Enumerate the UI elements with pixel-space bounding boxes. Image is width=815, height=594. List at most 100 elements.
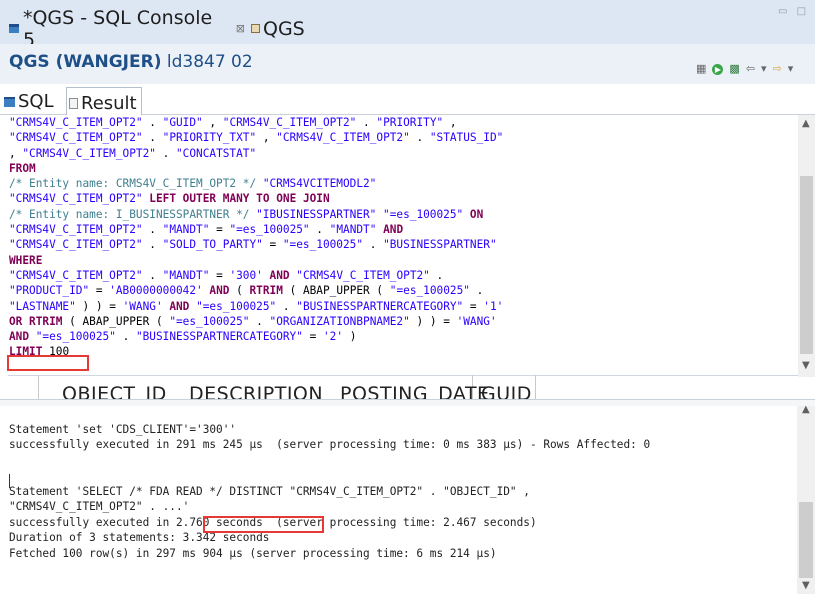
sql-token: "CRMS4V_C_ITEM_OPT2"	[296, 268, 430, 282]
sql-token: =	[463, 299, 484, 313]
sql-token: .	[249, 314, 270, 328]
sql-token: "CRMS4V_C_ITEM_OPT2"	[276, 131, 410, 145]
sql-token: =	[302, 330, 323, 344]
sql-line: WHERE	[0, 253, 798, 268]
sql-token: .	[363, 238, 384, 252]
tab-sql[interactable]: SQL	[4, 91, 54, 112]
sql-token: 'WANG'	[456, 314, 497, 328]
sql-token: =	[89, 284, 110, 298]
sql-line: "CRMS4V_C_ITEM_OPT2" . "GUID" , "CRMS4V_…	[0, 115, 798, 130]
sql-token: "GUID"	[162, 116, 203, 129]
sql-token: "BUSINESSPARTNER"	[383, 238, 497, 252]
sql-token: .	[142, 268, 163, 282]
sql-line: "CRMS4V_C_ITEM_OPT2" . "MANDT" = '300' A…	[0, 268, 798, 283]
sql-token: .	[115, 330, 136, 344]
sql-token: "=es_100025"	[35, 330, 116, 344]
sql-token: "MANDT"	[329, 223, 377, 237]
sql-token: "CONCATSTAT"	[176, 146, 257, 160]
sql-token: ,	[443, 116, 457, 129]
sql-token: "PRIORITY"	[376, 116, 444, 129]
sql-token: .	[429, 268, 444, 282]
console-scroll-thumb[interactable]	[799, 502, 813, 578]
sql-token: "CRMS4VCITEMODL2"	[262, 177, 377, 191]
sql-token: .	[469, 284, 484, 298]
scroll-down-icon[interactable]: ▼	[802, 360, 810, 371]
sql-token: .	[142, 131, 163, 145]
layout-icon[interactable]: ▦	[696, 63, 706, 75]
sql-token: RTRIM	[29, 314, 63, 328]
sql-line: , "CRMS4V_C_ITEM_OPT2" . "CONCATSTAT"	[0, 146, 798, 161]
scroll-up-icon[interactable]: ▲	[802, 118, 810, 129]
sql-token: '300'	[229, 268, 263, 282]
sql-token: .	[142, 116, 163, 129]
sql-token: "CRMS4V_C_ITEM_OPT2"	[9, 116, 143, 129]
sql-token: LEFT OUTER	[149, 192, 217, 206]
editor-scroll-thumb[interactable]	[800, 176, 813, 354]
sql-line: AND "=es_100025" . "BUSINESSPARTNERCATEG…	[0, 329, 798, 344]
sql-line: /* Entity name: CRMS4V_C_ITEM_OPT2 */ "C…	[0, 176, 798, 191]
tab-qgs[interactable]: QGS	[245, 13, 305, 44]
console-line: "CRMS4V_C_ITEM_OPT2" . ...'	[9, 500, 190, 513]
scroll-up-icon[interactable]: ▲	[802, 404, 810, 415]
sql-line: "CRMS4V_C_ITEM_OPT2" . "PRIORITY_TXT" , …	[0, 130, 798, 145]
sql-token: TO	[256, 192, 270, 206]
sql-line: "PRODUCT_ID" = 'AB0000000042' AND ( RTRI…	[0, 283, 798, 298]
dropdown-icon[interactable]: ▾	[788, 63, 794, 75]
sql-token: AND	[383, 223, 404, 237]
sql-token: "=es_100025"	[282, 238, 364, 252]
run-icon[interactable]: ▶	[712, 63, 724, 75]
tab-sql-label: SQL	[18, 91, 54, 112]
sql-token: .	[409, 131, 430, 145]
sql-token: "LASTNAME"	[9, 299, 76, 313]
console-line: Statement 'set 'CDS_CLIENT'='300''	[9, 422, 237, 436]
sql-token: "CRMS4V_C_ITEM_OPT2"	[9, 131, 143, 145]
sql-token: /* Entity name: CRMS4V_C_ITEM_OPT2 */	[9, 177, 263, 191]
dropdown-icon[interactable]: ▾	[761, 63, 767, 75]
sql-icon	[4, 96, 15, 107]
console-toolbar: ▦ ▶ ▩ ⇦ ▾ ⇨ ▾	[696, 63, 793, 75]
tab-sql-console[interactable]: *QGS - SQL Console 5 ⊠	[0, 7, 245, 51]
tab-result[interactable]: Result	[66, 87, 142, 117]
sql-token: ,	[9, 146, 23, 160]
system-icon	[251, 24, 260, 33]
close-icon[interactable]: ⊠	[236, 22, 245, 35]
scroll-down-icon[interactable]: ▼	[802, 580, 810, 591]
window-controls[interactable]: ▭ □	[778, 6, 809, 17]
sql-token: "PRIORITY_TXT"	[162, 131, 257, 145]
sql-token: "CRMS4V_C_ITEM_OPT2"	[222, 116, 357, 129]
connection-system: QGS (WANGJER)	[9, 52, 162, 72]
sql-editor[interactable]: "CRMS4V_C_ITEM_OPT2" . "GUID" , "CRMS4V_…	[0, 115, 798, 373]
sql-token: "=es_100025"	[169, 314, 250, 328]
sql-token: FROM	[9, 161, 36, 175]
back-icon[interactable]: ⇦	[746, 63, 755, 75]
console-line: Duration of 3 statements: 3.342 seconds	[9, 531, 270, 544]
limit-highlight	[7, 355, 89, 371]
sql-token: '1'	[483, 299, 504, 313]
sql-token: "BUSINESSPARTNERCATEGORY"	[296, 299, 464, 313]
sql-token: .	[356, 116, 377, 129]
sql-token: =	[262, 238, 283, 252]
column-divider	[38, 375, 39, 399]
tab-result-label: Result	[81, 93, 137, 114]
sql-token: "PRODUCT_ID"	[9, 284, 90, 298]
sql-token: "CRMS4V_C_ITEM_OPT2"	[9, 192, 143, 206]
sql-token: AND	[209, 284, 230, 298]
sql-token: =	[209, 268, 230, 282]
forward-icon[interactable]: ⇨	[773, 63, 782, 75]
sql-token: ON	[469, 207, 484, 221]
sql-token: JOIN	[302, 192, 330, 206]
sql-token: ) ) =	[75, 299, 123, 313]
sql-line: "CRMS4V_C_ITEM_OPT2" . "SOLD_TO_PARTY" =…	[0, 237, 798, 252]
sql-icon[interactable]: ▩	[729, 63, 739, 75]
sql-token: ( ABAP_UPPER (	[282, 284, 390, 298]
console-line: successfully executed in 291 ms 245 µs (…	[9, 438, 651, 451]
sql-token: "MANDT"	[162, 223, 210, 237]
sql-token: =	[209, 223, 230, 237]
sql-token: .	[276, 299, 297, 313]
console-log[interactable]: Statement 'set 'CDS_CLIENT'='300''succes…	[0, 406, 797, 594]
sql-token: ONE	[276, 192, 297, 206]
